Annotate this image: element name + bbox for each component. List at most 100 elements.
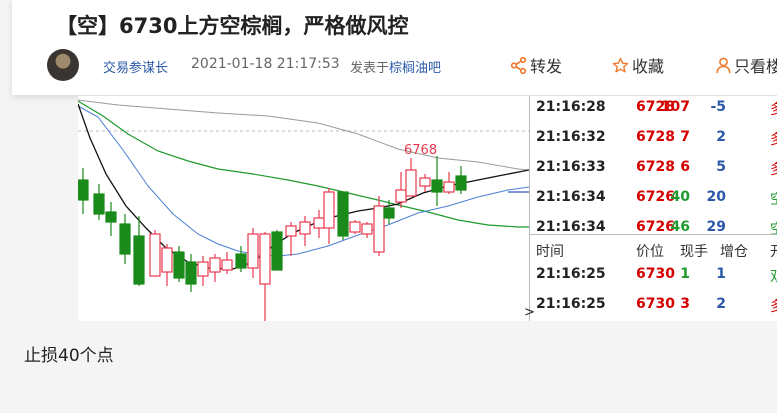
tick-type: 多 (770, 296, 777, 316)
tick-oi-change: 2 (716, 129, 726, 145)
tick-oi-change: 29 (706, 219, 726, 235)
tick-time: 21:16:28 (536, 99, 606, 115)
candle-down (78, 179, 89, 201)
share-icon (510, 56, 527, 74)
repost-label: 转发 (530, 57, 563, 76)
kline-screenshot: 6768 21:16:286728107-5多21:16:32672872多21… (78, 96, 777, 321)
candle-up (299, 221, 311, 235)
candle-up (197, 261, 209, 277)
published-in: 发表于棕榈油吧 (350, 57, 441, 76)
tick-time: 21:16:34 (536, 189, 606, 205)
candle-down (173, 251, 185, 279)
candle-down (133, 235, 145, 285)
candle-up (285, 225, 297, 237)
post-time: 2021-01-18 21:17:53 (191, 56, 340, 72)
tick-type: 空 (770, 219, 777, 239)
candle-down (119, 223, 131, 255)
tick-type: 多 (770, 129, 777, 149)
forum-link[interactable]: 棕榈油吧 (389, 61, 441, 76)
tick-row: 21:16:25673032多 (530, 293, 777, 317)
tick-oi-change: 1 (716, 266, 726, 282)
candle-down (235, 253, 247, 269)
candle-up (209, 257, 221, 273)
tick-oi-change: 5 (716, 159, 726, 175)
candle-up (161, 247, 173, 273)
tick-volume: 6 (680, 159, 690, 175)
candle-up (419, 177, 431, 187)
tick-volume: 46 (670, 219, 690, 235)
tick-row: 21:16:33672865多 (530, 156, 777, 180)
candle-up (149, 233, 161, 277)
candle-group (78, 156, 467, 321)
candle-up (323, 191, 335, 229)
ma-green-line (78, 100, 529, 228)
tick-type: 多 (770, 99, 777, 119)
tick-time: 21:16:32 (536, 129, 606, 145)
tick-time: 21:16:34 (536, 219, 606, 235)
repost-button[interactable]: 转发 (510, 53, 562, 77)
user-icon (716, 57, 731, 73)
candle-up (373, 205, 385, 253)
header-time: 时间 (536, 244, 564, 260)
post-meta: 交易参谋长 2021-01-18 21:17:53 发表于棕榈油吧 转发 收藏 (47, 49, 777, 81)
candle-up (395, 189, 407, 203)
favorite-label: 收藏 (632, 57, 665, 76)
high-price-label: 6768 (404, 143, 437, 158)
tick-trade-panel: 21:16:286728107-5多21:16:32672872多21:16:3… (524, 96, 777, 321)
tick-time: 21:16:33 (536, 159, 606, 175)
candle-down (185, 261, 197, 285)
candle-up (221, 259, 233, 271)
header-price: 价位 (636, 244, 664, 260)
tick-time: 21:16:25 (536, 296, 606, 312)
author-avatar[interactable] (47, 49, 79, 81)
candle-up (349, 221, 361, 233)
candle-up (313, 217, 325, 229)
header-type: 开 (770, 241, 777, 261)
candle-down (431, 179, 443, 193)
candle-down (337, 191, 349, 237)
post-body: 止损40个点 (24, 346, 114, 366)
candle-up (259, 233, 271, 285)
ma-gray-line (78, 99, 529, 171)
header-oi-change: 增仓 (720, 244, 748, 260)
candle-down (271, 231, 283, 271)
tick-row: 21:16:286728107-5多 (530, 96, 777, 120)
author-name[interactable]: 交易参谋长 (103, 57, 168, 76)
tick-volume: 7 (680, 129, 690, 145)
candle-up (247, 233, 259, 269)
candle-up (361, 223, 373, 235)
tick-oi-change: -5 (710, 99, 726, 115)
tick-row: 21:16:3467264629空 (530, 216, 777, 240)
author-only-label: 只看楼主 (734, 57, 777, 76)
favorite-button[interactable]: 收藏 (612, 53, 664, 77)
tick-type: 空 (770, 189, 777, 209)
current-row-marker: > (524, 305, 535, 320)
tick-volume: 1 (680, 266, 690, 282)
star-icon (612, 57, 629, 73)
tick-row: 21:16:25673011双 (530, 263, 777, 287)
candle-down (93, 193, 105, 215)
candle-down (455, 175, 467, 191)
header-volume: 现手 (680, 244, 708, 260)
tick-oi-change: 2 (716, 296, 726, 312)
tick-panel-divider (530, 234, 777, 235)
candle-down (383, 207, 395, 219)
tick-row: 21:16:3467264020空 (530, 186, 777, 210)
published-in-label: 发表于 (350, 61, 390, 76)
kline-chart: 6768 (78, 99, 529, 321)
candle-up (443, 181, 455, 193)
candle-up (405, 169, 417, 197)
tick-type: 双 (770, 266, 777, 286)
tick-oi-change: 20 (706, 189, 726, 205)
tick-table-header: 时间 价位 现手 增仓 开 (530, 238, 777, 262)
candle-down (105, 211, 117, 223)
tick-volume: 40 (670, 189, 690, 205)
tick-time: 21:16:25 (536, 266, 606, 282)
tick-row: 21:16:32672872多 (530, 126, 777, 150)
post-header-card: 【空】6730上方空棕榈，严格做风控 交易参谋长 2021-01-18 21:1… (12, 0, 777, 95)
post-title: 【空】6730上方空棕榈，严格做风控 (56, 14, 409, 38)
author-only-button[interactable]: 只看楼主 (716, 53, 777, 77)
tick-volume: 3 (680, 296, 690, 312)
tick-type: 多 (770, 159, 777, 179)
tick-volume: 107 (660, 99, 690, 115)
